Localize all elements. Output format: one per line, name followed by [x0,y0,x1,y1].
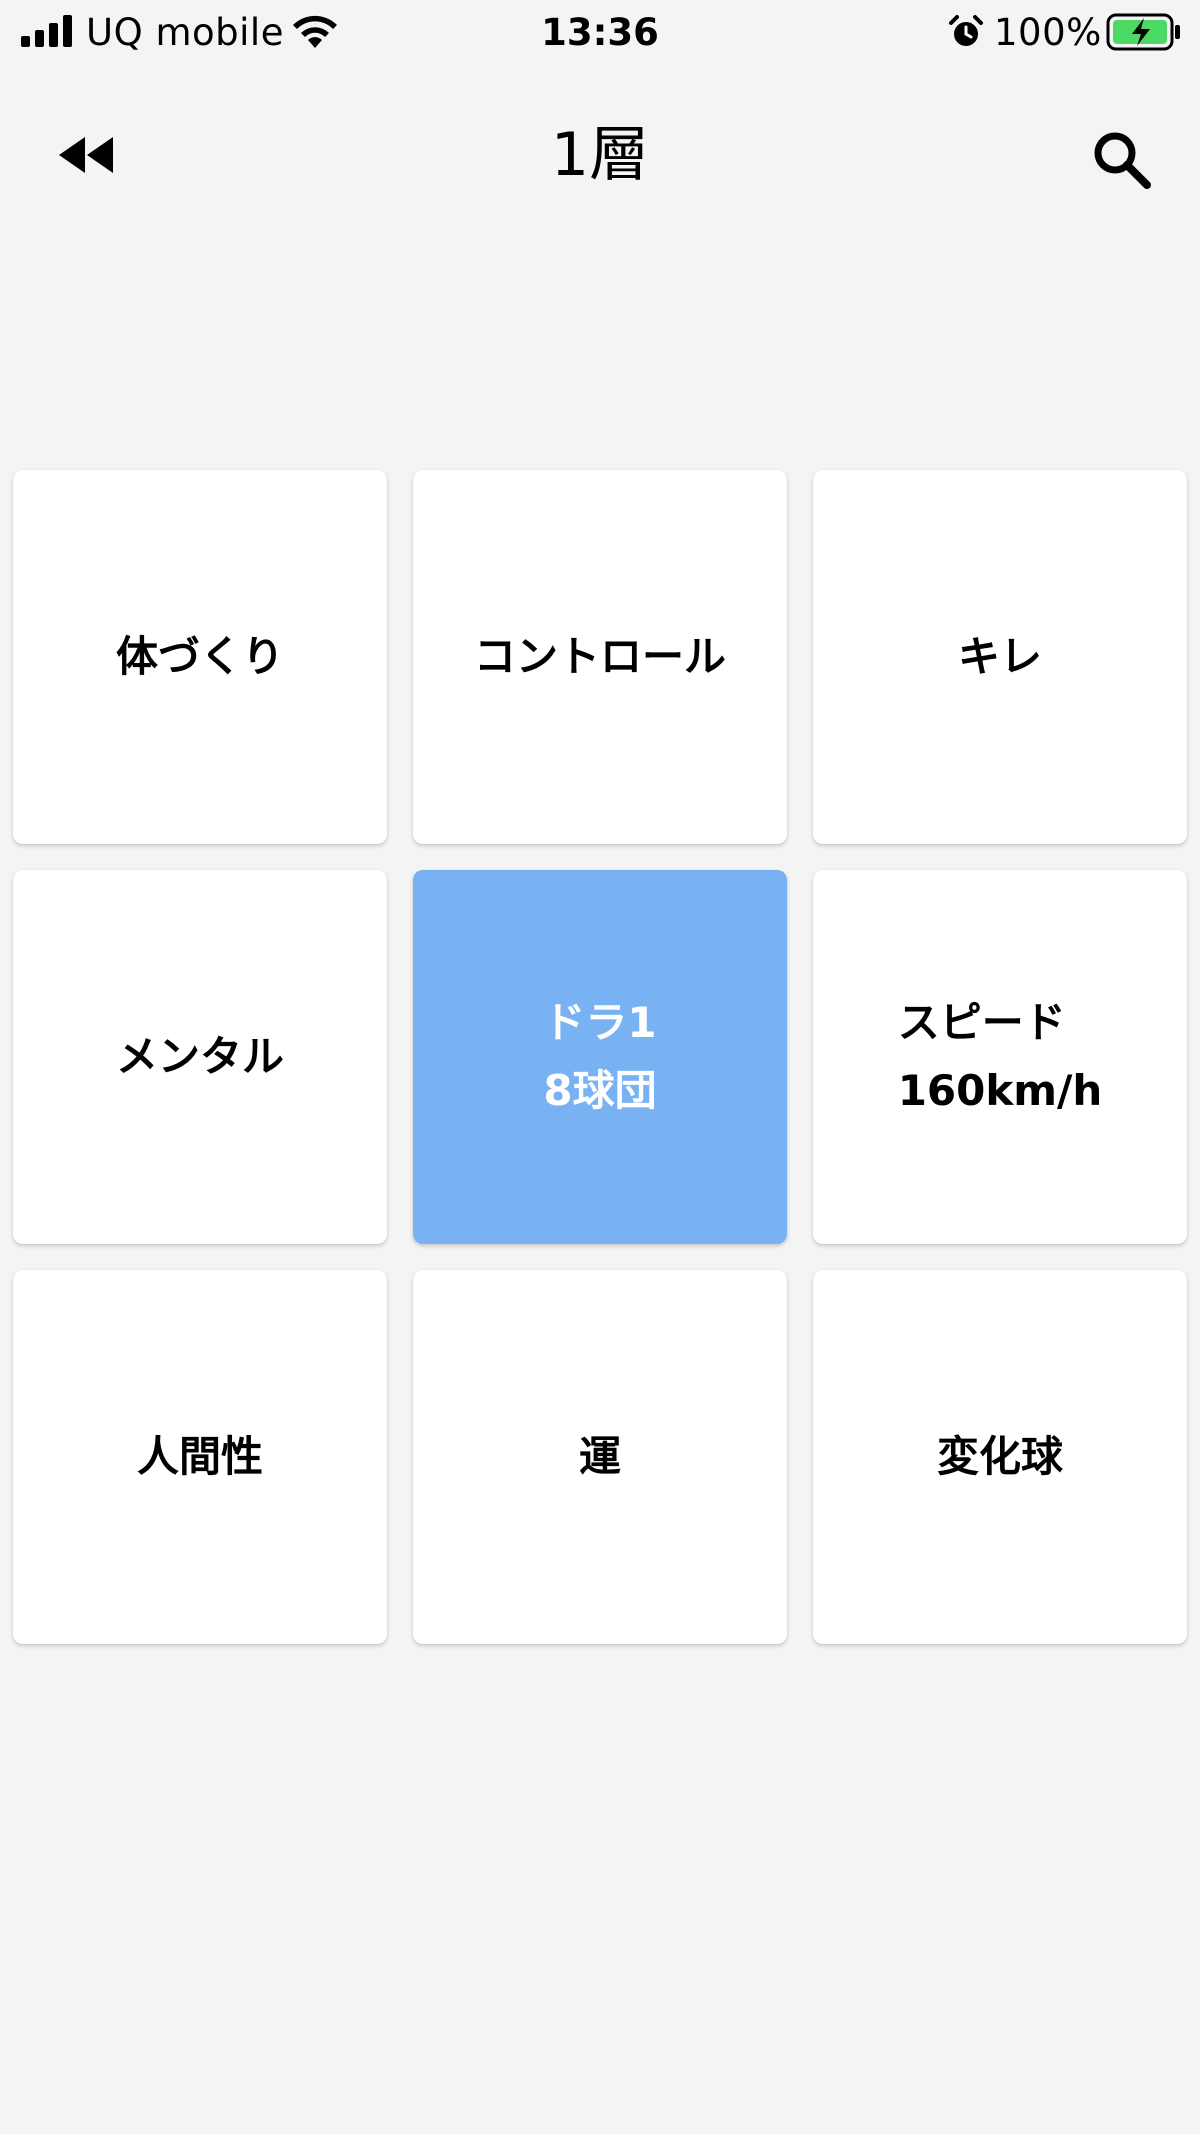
grid-cell-sharpness[interactable]: キレ [813,470,1187,844]
grid-cell-control[interactable]: コントロール [413,470,787,844]
grid-cell-center-goal[interactable]: ドラ1 8球団 [413,870,787,1244]
nav-bar: 1層 [0,100,1200,210]
clock: 13:36 [541,11,659,54]
grid-cell-mental[interactable]: メンタル [13,870,387,1244]
status-bar: UQ mobile 13:36 100% [0,0,1200,66]
double-chevron-left-icon [59,137,113,173]
wifi-icon [293,15,337,48]
grid-cell-luck[interactable]: 運 [413,1270,787,1644]
grid-cell-label: メンタル [115,1032,284,1081]
search-button[interactable] [1082,120,1162,200]
battery-charging-icon [1106,13,1180,51]
grid-cell-label: キレ [957,632,1042,681]
back-button[interactable] [40,122,136,188]
grid-cell-label: コントロール [473,632,726,681]
grid-cell-label: 人間性 [136,1432,263,1481]
grid-cell-label: 運 [578,1432,621,1481]
grid-cell-label: スピード 160km/h [897,998,1103,1115]
page-title: 1層 [550,120,650,190]
grid-cell-body-building[interactable]: 体づくり [13,470,387,844]
grid-cell-label: 変化球 [936,1432,1063,1481]
grid-cell-character[interactable]: 人間性 [13,1270,387,1644]
search-icon [1094,132,1151,189]
signal-icon [21,15,72,47]
grid-cell-label: 体づくり [115,632,284,681]
grid-cell-breaking-ball[interactable]: 変化球 [813,1270,1187,1644]
alarm-icon [949,15,983,46]
grid-cell-label: ドラ1 8球団 [543,998,657,1115]
mandala-grid: 体づくり コントロール キレ メンタル ドラ1 8球団 スピード 160km/h… [13,470,1188,1644]
carrier-name: UQ mobile [86,11,284,54]
grid-cell-speed[interactable]: スピード 160km/h [813,870,1187,1244]
battery-percentage: 100% [994,11,1102,54]
